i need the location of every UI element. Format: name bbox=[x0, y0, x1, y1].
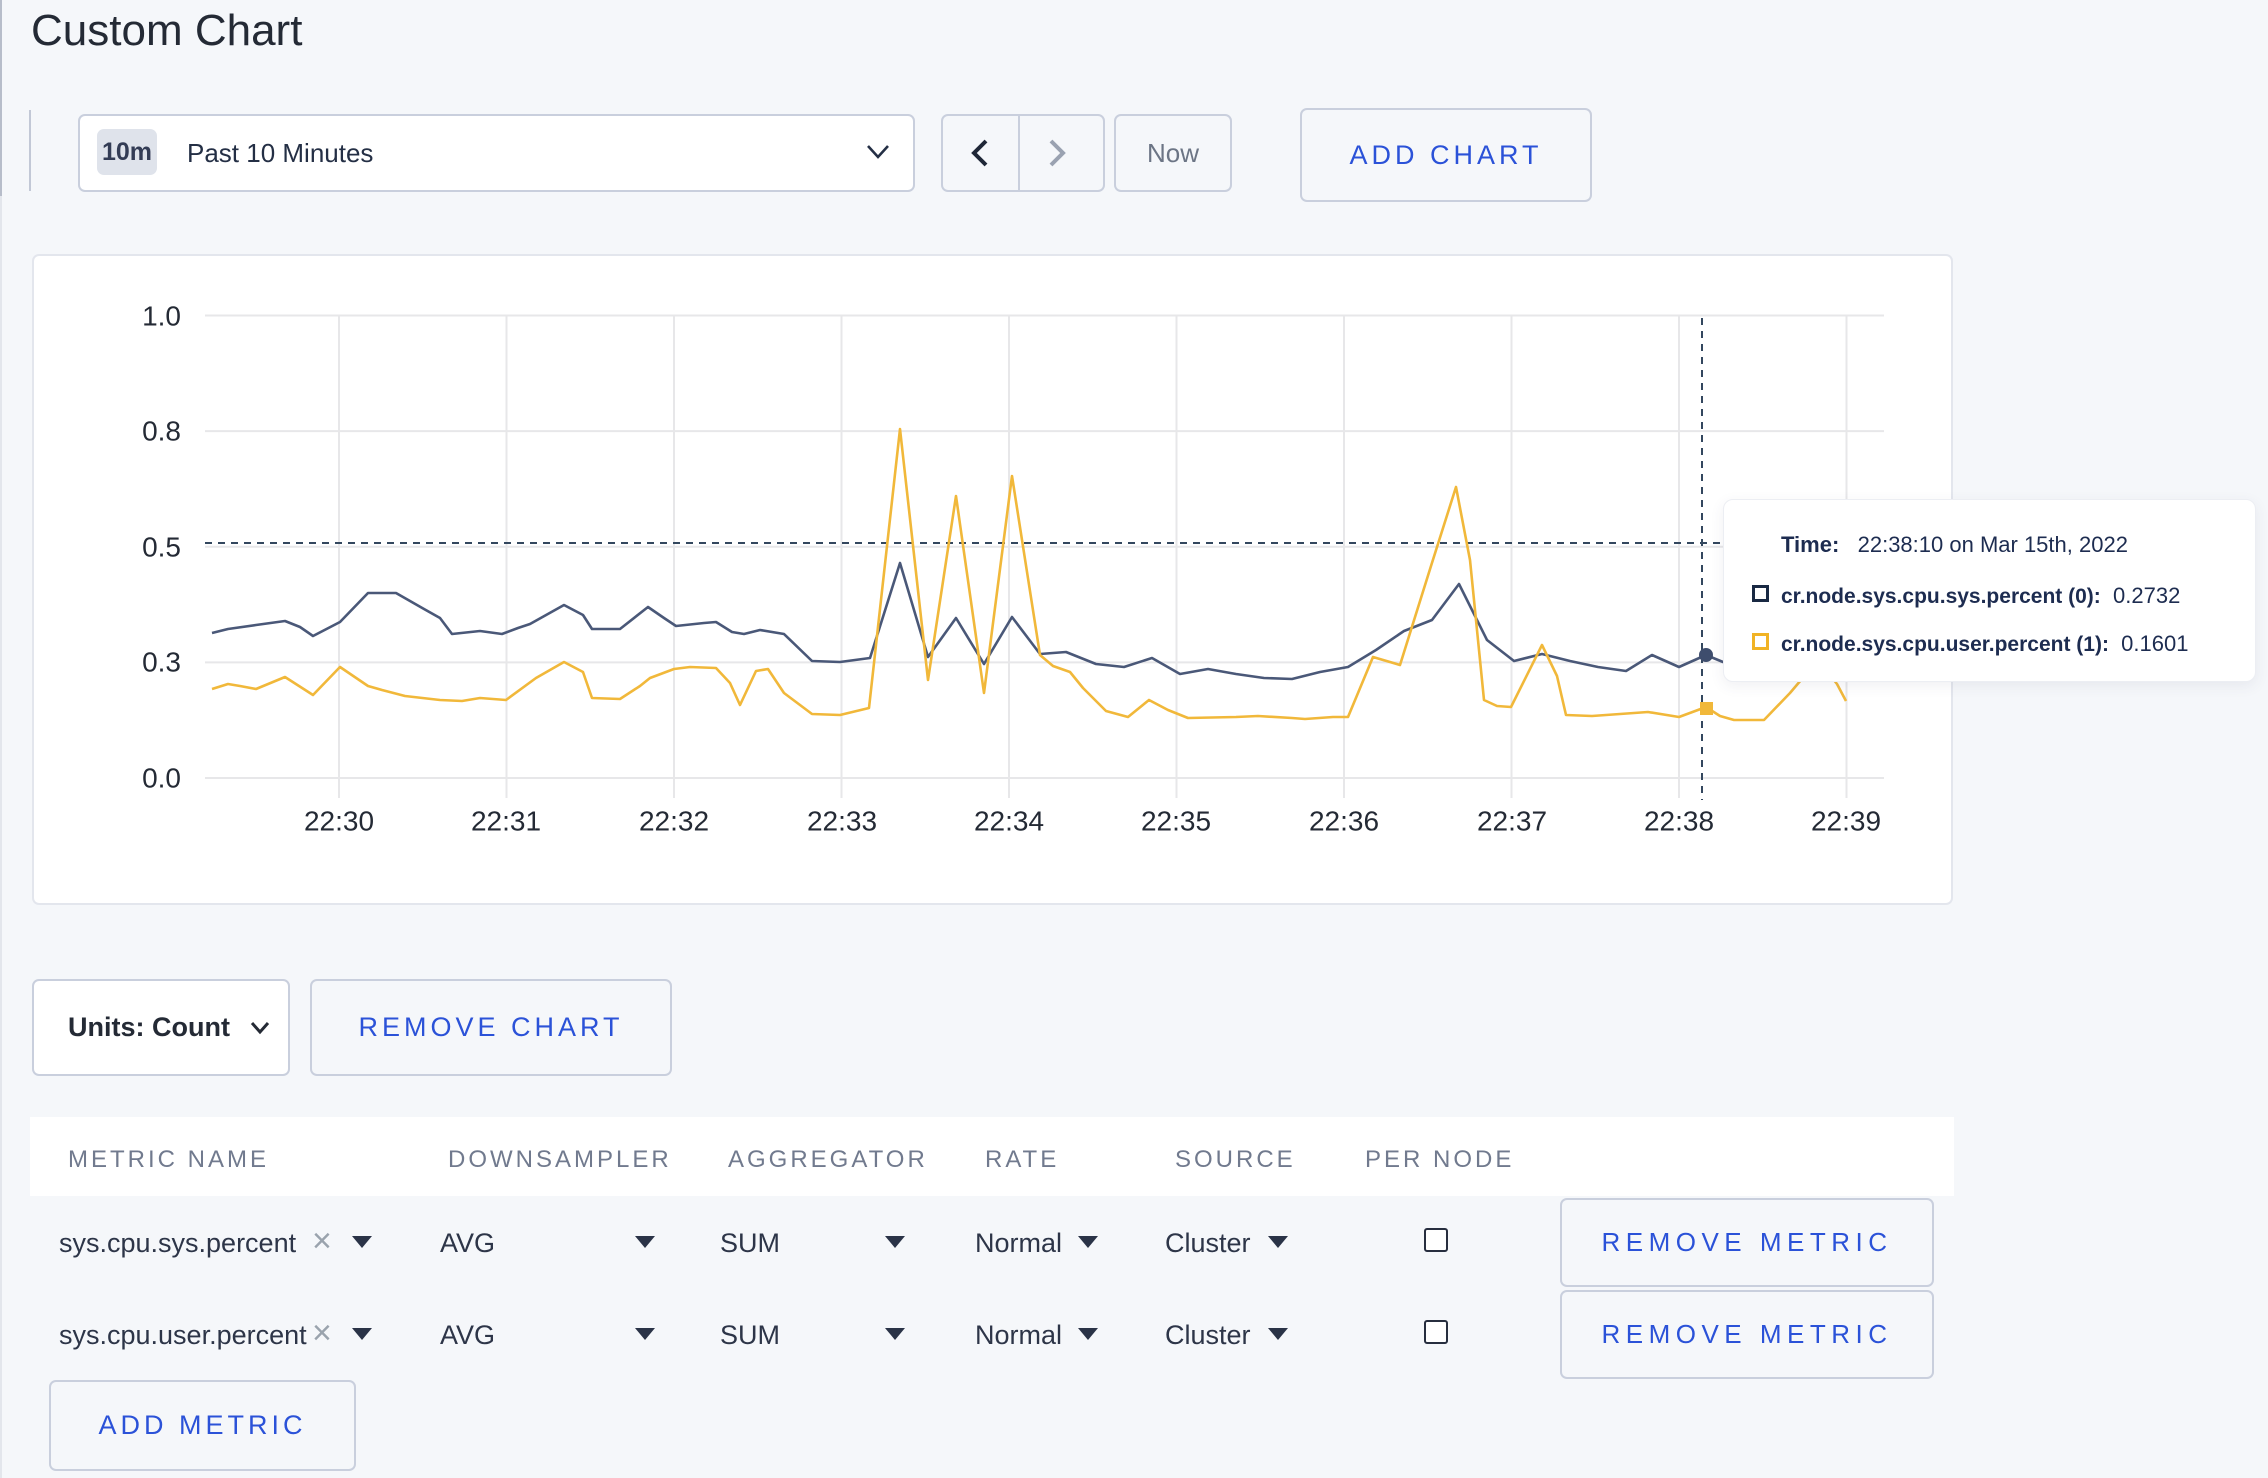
svg-text:22:38: 22:38 bbox=[1644, 806, 1714, 837]
svg-text:1.0: 1.0 bbox=[142, 301, 181, 332]
svg-text:22:35: 22:35 bbox=[1141, 806, 1211, 837]
svg-text:0.3: 0.3 bbox=[142, 647, 181, 678]
svg-text:22:30: 22:30 bbox=[304, 806, 374, 837]
svg-text:22:36: 22:36 bbox=[1309, 806, 1379, 837]
svg-text:22:37: 22:37 bbox=[1477, 806, 1547, 837]
svg-text:22:34: 22:34 bbox=[974, 806, 1044, 837]
svg-text:0.0: 0.0 bbox=[142, 763, 181, 794]
svg-text:22:32: 22:32 bbox=[639, 806, 709, 837]
svg-text:22:33: 22:33 bbox=[807, 806, 877, 837]
svg-text:22:39: 22:39 bbox=[1811, 806, 1881, 837]
svg-text:0.5: 0.5 bbox=[142, 532, 181, 563]
svg-text:0.8: 0.8 bbox=[142, 416, 181, 447]
svg-text:22:31: 22:31 bbox=[471, 806, 541, 837]
